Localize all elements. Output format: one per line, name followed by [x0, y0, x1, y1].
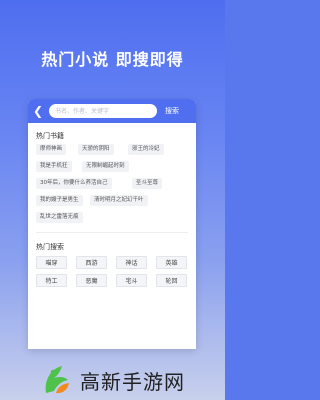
hot-search-title: 热门搜索	[36, 243, 64, 251]
brand-name: 高新手游网	[80, 369, 185, 394]
hot-search-item[interactable]: 神话	[116, 256, 147, 269]
hot-books-title: 热门书籍	[36, 132, 64, 140]
hot-book-tag[interactable]: 我是手机狂	[36, 161, 72, 172]
hot-search-item[interactable]: 特工	[36, 274, 67, 287]
hot-book-tag[interactable]: 30年后，你要什么养活自己	[36, 178, 112, 189]
hot-search-item[interactable]: 宅斗	[116, 274, 147, 287]
hot-book-tag[interactable]: 无限制崛起时刻	[82, 161, 129, 172]
hot-book-tag[interactable]: 清时明月之妃幻千叶	[90, 195, 148, 206]
brand-footer: 高新手游网	[40, 362, 185, 398]
hot-book-tag[interactable]: 天骄的阴阳	[78, 144, 114, 155]
search-button[interactable]: 搜索	[165, 106, 179, 116]
green-leaf-logo-icon	[40, 363, 74, 397]
hot-book-tag[interactable]: 圣斗至尊	[132, 178, 163, 189]
search-input[interactable]	[49, 104, 157, 118]
section-divider	[36, 232, 188, 233]
search-bar: ❮ 搜索	[28, 99, 196, 123]
hot-book-tag[interactable]: 摩师神画	[36, 144, 67, 155]
hot-search-item[interactable]: 喵穿	[36, 256, 67, 269]
hot-book-tag[interactable]: 邪王的冷妃	[128, 144, 164, 155]
hot-search-item[interactable]: 英雄	[156, 256, 187, 269]
hot-search-item[interactable]: 西游	[76, 256, 107, 269]
app-preview-card: ❮ 搜索 热门书籍 摩师神画 天骄的阴阳 邪王的冷妃 我是手机狂 无限制崛起时刻…	[28, 99, 196, 349]
hot-book-tag[interactable]: 我的嫂子是男生	[36, 195, 83, 206]
hot-search-item[interactable]: 恶魔	[76, 274, 107, 287]
hot-search-item[interactable]: 轮回	[156, 274, 187, 287]
page-headline: 热门小说 即搜即得	[41, 50, 184, 69]
hot-book-tag[interactable]: 乱世之雷落无痕	[36, 212, 83, 223]
back-arrow-icon[interactable]: ❮	[33, 104, 43, 118]
